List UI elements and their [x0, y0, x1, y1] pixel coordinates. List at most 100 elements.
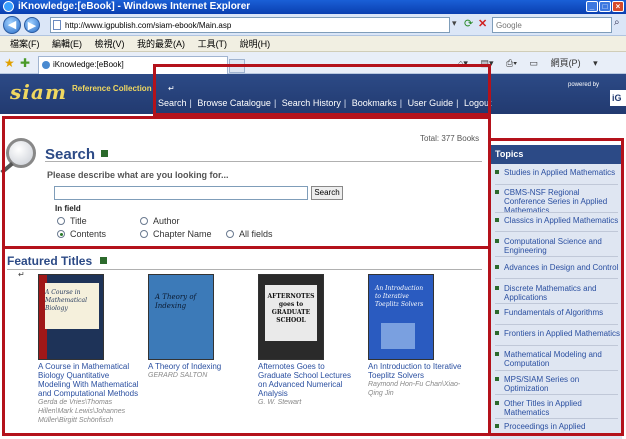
book-card: A Theory of Indexing A Theory of Indexin… — [148, 274, 250, 380]
search-prompt: Please describe what are you looking for… — [47, 170, 229, 180]
heading-marker-icon — [100, 257, 107, 264]
field-author-radio[interactable]: Author — [140, 216, 180, 226]
radio-circle-selected[interactable] — [57, 230, 65, 238]
logo-subtitle: Reference Collection — [72, 84, 152, 93]
heading-marker-icon — [101, 150, 108, 157]
maximize-button[interactable]: □ — [599, 1, 611, 12]
new-tab-button[interactable] — [229, 59, 245, 73]
topic-link[interactable]: Mathematical Modeling and Computation — [495, 350, 623, 368]
topics-list: Studies in Applied Mathematics CBMS-NSF … — [490, 164, 622, 439]
tab-label: iKnowledge:[eBook] — [53, 60, 124, 69]
powered-by: powered by — [568, 82, 600, 88]
book-cover[interactable]: An Introduction to Iterative Toeplitz So… — [368, 274, 434, 360]
browser-tab[interactable]: iKnowledge:[eBook] — [38, 56, 228, 74]
divider — [45, 161, 482, 162]
minimize-button[interactable]: _ — [586, 1, 598, 12]
book-author: G. W. Stewart — [258, 399, 302, 406]
nav-search[interactable]: Search — [158, 98, 187, 108]
return-arrow-icon: ↵ — [18, 270, 25, 279]
nav-search-history[interactable]: Search History — [282, 98, 341, 108]
web-page: siam Reference Collection ↵ Search | Brow… — [0, 74, 626, 439]
featured-heading: Featured Titles — [7, 254, 93, 268]
topic-link[interactable]: Studies in Applied Mathematics — [495, 168, 623, 177]
book-cover[interactable]: A Course in Mathematical Biology — [38, 274, 104, 360]
nav-browse-catalogue[interactable]: Browse Catalogue — [197, 98, 271, 108]
web-search-input[interactable] — [492, 17, 612, 33]
search-button[interactable]: Search — [311, 186, 343, 200]
menu-favorites[interactable]: 我的最愛(A) — [137, 36, 185, 52]
topic-link[interactable]: MPS/SIAM Series on Optimization — [495, 375, 623, 393]
book-card: A Course in Mathematical Biology A Cours… — [38, 274, 140, 425]
window-title: iKnowledge:[eBook] - Windows Internet Ex… — [18, 1, 251, 12]
print-icon[interactable]: ⎙▾ — [506, 58, 517, 68]
search-icon[interactable]: ⌕ — [614, 17, 620, 28]
total-books: Total: 377 Books — [420, 134, 480, 143]
topic-link[interactable]: Other Titles in Applied Mathematics — [495, 399, 623, 417]
book-card: AFTERNOTES goes to GRADUATE SCHOOL After… — [258, 274, 360, 407]
siam-logo: siam — [10, 80, 67, 104]
back-button[interactable]: ◀ — [3, 16, 21, 34]
dropdown-icon[interactable]: ▾ — [452, 18, 464, 31]
menu-file[interactable]: 檔案(F) — [10, 36, 40, 52]
menu-help[interactable]: 說明(H) — [240, 36, 271, 52]
field-chapter-radio[interactable]: Chapter Name — [140, 229, 212, 239]
page-menu-chevron-icon[interactable]: ▾ — [593, 58, 598, 68]
page-icon — [53, 20, 61, 30]
radio-circle[interactable] — [226, 230, 234, 238]
field-title-radio[interactable]: Title — [57, 216, 87, 226]
refresh-icon[interactable]: ⟳ — [464, 17, 478, 31]
add-favorite-icon[interactable]: ✚ — [20, 56, 30, 70]
nav-user-guide[interactable]: User Guide — [408, 98, 454, 108]
page-menu-icon[interactable]: ▭ — [530, 58, 539, 68]
book-title-link[interactable]: A Theory of Indexing — [148, 362, 250, 371]
address-bar: ◀ ▶ ▾ ⟳ ✕ ⌕ — [0, 14, 626, 36]
topic-link[interactable]: Advances in Design and Control — [495, 263, 623, 272]
forward-button[interactable]: ▶ — [24, 17, 40, 33]
nav-logout[interactable]: Logout — [464, 98, 492, 108]
menu-view[interactable]: 檢視(V) — [95, 36, 125, 52]
magnifier-handle — [0, 161, 14, 175]
url-input[interactable] — [50, 17, 450, 33]
window-title-bar: iKnowledge:[eBook] - Windows Internet Ex… — [0, 0, 626, 14]
book-card: An Introduction to Iterative Toeplitz So… — [368, 274, 470, 398]
topic-link[interactable]: Computational Science and Engineering — [495, 237, 623, 255]
home-icon[interactable]: ⌂▾ — [458, 58, 468, 68]
main-nav: Search | Browse Catalogue | Search History… — [158, 98, 492, 108]
in-field-label: In field — [55, 204, 81, 213]
topic-link[interactable]: Frontiers in Applied Mathematics — [495, 329, 623, 338]
radio-circle[interactable] — [140, 217, 148, 225]
divider — [7, 269, 482, 270]
topic-link[interactable]: Discrete Mathematics and Applications — [495, 284, 623, 302]
book-title-link[interactable]: Afternotes Goes to Graduate School Lectu… — [258, 362, 360, 398]
radio-circle[interactable] — [140, 230, 148, 238]
stop-icon[interactable]: ✕ — [478, 17, 492, 31]
radio-circle[interactable] — [57, 217, 65, 225]
book-author: Raymond Hon-Fu Chan\Xiao-Qing Jin — [368, 381, 461, 397]
page-menu-label[interactable]: 網頁(P) — [551, 58, 581, 68]
ig-logo: iG — [610, 90, 626, 106]
field-all-radio[interactable]: All fields — [226, 229, 273, 239]
query-input[interactable] — [54, 186, 308, 200]
site-header: siam Reference Collection ↵ Search | Brow… — [0, 74, 626, 114]
feeds-icon[interactable]: ▤▾ — [480, 58, 493, 68]
menu-bar: 檔案(F) 編輯(E) 檢視(V) 我的最愛(A) 工具(T) 說明(H) — [0, 36, 626, 52]
book-cover[interactable]: A Theory of Indexing — [148, 274, 214, 360]
topic-link[interactable]: Classics in Applied Mathematics — [495, 216, 623, 225]
close-button[interactable]: × — [612, 1, 624, 12]
menu-edit[interactable]: 編輯(E) — [52, 36, 82, 52]
tab-icon — [42, 61, 50, 69]
favorites-star-icon[interactable]: ★ — [4, 56, 15, 70]
menu-tools[interactable]: 工具(T) — [198, 36, 228, 52]
book-author: GERARD SALTON — [148, 372, 208, 379]
book-title-link[interactable]: An Introduction to Iterative Toeplitz So… — [368, 362, 470, 380]
topic-link[interactable]: Fundamentals of Algorithms — [495, 308, 623, 317]
book-title-link[interactable]: A Course in Mathematical Biology Quantit… — [38, 362, 140, 398]
topic-link[interactable]: CBMS-NSF Regional Conference Series in A… — [495, 188, 623, 215]
ie-icon — [3, 1, 14, 12]
topic-link[interactable]: Proceedings in Applied — [495, 422, 623, 431]
book-cover[interactable]: AFTERNOTES goes to GRADUATE SCHOOL — [258, 274, 324, 360]
book-author: Gerda de Vries\Thomas Hillen\Mark Lewis\… — [38, 399, 126, 424]
nav-bookmarks[interactable]: Bookmarks — [352, 98, 397, 108]
command-bar: ★ ✚ iKnowledge:[eBook] ⌂▾ ▤▾ ⎙▾ ▭ 網頁(P) … — [0, 52, 626, 74]
field-contents-radio[interactable]: Contents — [57, 229, 106, 239]
